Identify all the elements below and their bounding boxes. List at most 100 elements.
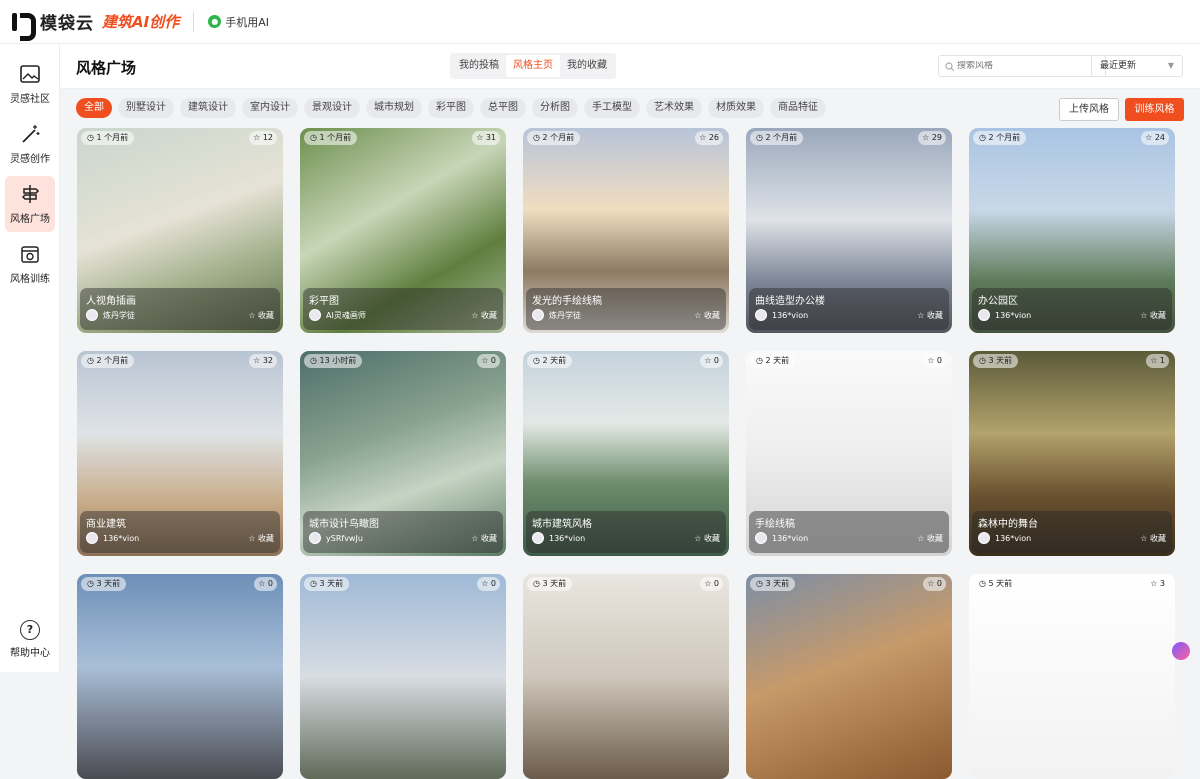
card-author[interactable]: 炼丹学徒 — [86, 309, 135, 321]
card-time: 2 天前 — [542, 356, 567, 365]
style-card[interactable]: ◷ 3 天前 ☆ 1 森林中的舞台 136*vion ☆ 收藏 — [969, 351, 1175, 556]
avatar — [755, 309, 767, 321]
favorite-label: 收藏 — [258, 534, 274, 543]
card-author[interactable]: 炼丹学徒 — [532, 309, 581, 321]
train-style-button[interactable]: 训练风格 — [1125, 98, 1184, 121]
card-title: 商业建筑 — [86, 519, 126, 530]
search-box[interactable] — [938, 55, 1106, 77]
card-time-badge: ◷ 3 天前 — [527, 577, 573, 591]
mobile-app-link[interactable]: ● 手机用AI — [208, 14, 269, 30]
favorite-button[interactable]: ☆ 收藏 — [917, 533, 943, 544]
favorite-label: 收藏 — [1150, 534, 1166, 543]
sidebar-item-community[interactable]: 灵感社区 — [5, 56, 55, 112]
search-input[interactable] — [957, 61, 1097, 71]
tab-my-favorites[interactable]: 我的收藏 — [560, 55, 614, 77]
card-like-count: 0 — [936, 579, 942, 588]
star-icon: ☆ — [1140, 311, 1150, 320]
style-card[interactable]: ◷ 3 天前 ☆ 0 — [746, 574, 952, 779]
sidebar-item-style-square[interactable]: 风格广场 — [5, 176, 55, 232]
tab-my-submissions[interactable]: 我的投稿 — [452, 55, 506, 77]
category-chip[interactable]: 别墅设计 — [118, 98, 174, 118]
favorite-button[interactable]: ☆ 收藏 — [917, 310, 943, 321]
sidebar-item-label: 灵感创作 — [10, 154, 50, 165]
card-time-badge: ◷ 2 个月前 — [81, 354, 135, 368]
category-chip[interactable]: 景观设计 — [304, 98, 360, 118]
category-chip[interactable]: 手工模型 — [584, 98, 640, 118]
category-chip[interactable]: 城市规划 — [366, 98, 422, 118]
style-card[interactable]: ◷ 5 天前 ☆ 3 — [969, 574, 1175, 779]
category-chip[interactable]: 建筑设计 — [180, 98, 236, 118]
favorite-button[interactable]: ☆ 收藏 — [1140, 533, 1166, 544]
avatar — [309, 532, 321, 544]
card-title: 城市建筑风格 — [532, 519, 592, 530]
clock-icon: ◷ — [979, 579, 989, 588]
style-card[interactable]: ◷ 3 天前 ☆ 0 — [77, 574, 283, 779]
favorite-button[interactable]: ☆ 收藏 — [694, 533, 720, 544]
card-likes: ☆ 32 — [249, 354, 277, 368]
card-title: 彩平图 — [309, 296, 339, 307]
category-chip[interactable]: 全部 — [76, 98, 112, 118]
card-author[interactable]: 136*vion — [86, 532, 139, 544]
ai-assistant-icon[interactable] — [1172, 642, 1190, 660]
category-chip[interactable]: 总平图 — [480, 98, 526, 118]
card-author[interactable]: 136*vion — [978, 309, 1031, 321]
card-like-count: 1 — [1159, 356, 1165, 365]
favorite-button[interactable]: ☆ 收藏 — [694, 310, 720, 321]
card-time: 1 个月前 — [96, 133, 129, 142]
category-chip[interactable]: 室内设计 — [242, 98, 298, 118]
card-time-badge: ◷ 2 个月前 — [527, 131, 581, 145]
style-card[interactable]: ◷ 2 个月前 ☆ 32 商业建筑 136*vion ☆ 收藏 — [77, 351, 283, 556]
favorite-button[interactable]: ☆ 收藏 — [1140, 310, 1166, 321]
style-card[interactable]: ◷ 2 个月前 ☆ 29 曲线造型办公楼 136*vion ☆ 收藏 — [746, 128, 952, 333]
brand-logo[interactable]: 模袋云 建筑AI创作 — [12, 9, 179, 41]
style-card[interactable]: ◷ 13 小时前 ☆ 0 城市设计鸟瞰图 ySRfvwJu ☆ 收藏 — [300, 351, 506, 556]
tab-style-home[interactable]: 风格主页 — [506, 55, 560, 77]
star-icon: ☆ — [1145, 133, 1155, 142]
style-card[interactable]: ◷ 3 天前 ☆ 0 — [300, 574, 506, 779]
card-footer: 城市设计鸟瞰图 ySRfvwJu ☆ 收藏 — [303, 511, 503, 553]
avatar — [532, 532, 544, 544]
favorite-button[interactable]: ☆ 收藏 — [471, 310, 497, 321]
card-author[interactable]: 136*vion — [755, 532, 808, 544]
favorite-label: 收藏 — [481, 311, 497, 320]
style-card[interactable]: ◷ 1 个月前 ☆ 31 彩平图 AI灵魂画师 ☆ 收藏 — [300, 128, 506, 333]
style-card[interactable]: ◷ 2 个月前 ☆ 24 办公园区 136*vion ☆ 收藏 — [969, 128, 1175, 333]
sidebar-item-style-training[interactable]: 风格训练 — [5, 236, 55, 292]
card-author[interactable]: ySRfvwJu — [309, 532, 363, 544]
card-author[interactable]: AI灵魂画师 — [309, 309, 366, 321]
card-author[interactable]: 136*vion — [978, 532, 1031, 544]
category-chip[interactable]: 彩平图 — [428, 98, 474, 118]
card-author[interactable]: 136*vion — [755, 309, 808, 321]
upload-style-button[interactable]: 上传风格 — [1059, 98, 1119, 121]
card-likes: ☆ 0 — [477, 577, 500, 591]
category-chip[interactable]: 材质效果 — [708, 98, 764, 118]
category-chip[interactable]: 分析图 — [532, 98, 578, 118]
card-footer: 办公园区 136*vion ☆ 收藏 — [972, 288, 1172, 330]
sidebar-item-label: 风格广场 — [10, 214, 50, 225]
card-time-badge: ◷ 3 天前 — [81, 577, 127, 591]
sort-select[interactable]: 最近更新 ▼ — [1091, 55, 1183, 77]
favorite-button[interactable]: ☆ 收藏 — [248, 310, 274, 321]
favorite-button[interactable]: ☆ 收藏 — [471, 533, 497, 544]
star-icon: ☆ — [481, 356, 491, 365]
sidebar-item-create[interactable]: 灵感创作 — [5, 116, 55, 172]
clock-icon: ◷ — [533, 133, 543, 142]
tab-group: 我的投稿 风格主页 我的收藏 — [450, 53, 616, 79]
logo-mark-icon — [12, 11, 36, 41]
card-title: 人视角插画 — [86, 296, 136, 307]
star-icon: ☆ — [927, 356, 937, 365]
style-card[interactable]: ◷ 3 天前 ☆ 0 — [523, 574, 729, 779]
style-card[interactable]: ◷ 1 个月前 ☆ 12 人视角插画 炼丹学徒 ☆ 收藏 — [77, 128, 283, 333]
card-likes: ☆ 0 — [477, 354, 500, 368]
card-time-badge: ◷ 2 个月前 — [750, 131, 804, 145]
favorite-button[interactable]: ☆ 收藏 — [248, 533, 274, 544]
style-card[interactable]: ◷ 2 天前 ☆ 0 城市建筑风格 136*vion ☆ 收藏 — [523, 351, 729, 556]
help-center[interactable]: ? 帮助中心 — [0, 620, 60, 659]
style-card[interactable]: ◷ 2 天前 ☆ 0 手绘线稿 136*vion ☆ 收藏 — [746, 351, 952, 556]
category-chip[interactable]: 商品特征 — [770, 98, 826, 118]
card-title: 发光的手绘线稿 — [532, 296, 602, 307]
category-chip[interactable]: 艺术效果 — [646, 98, 702, 118]
card-author[interactable]: 136*vion — [532, 532, 585, 544]
style-card[interactable]: ◷ 2 个月前 ☆ 26 发光的手绘线稿 炼丹学徒 ☆ 收藏 — [523, 128, 729, 333]
card-like-count: 32 — [262, 356, 273, 365]
